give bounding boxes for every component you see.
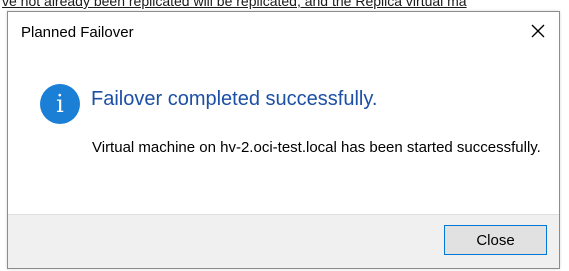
planned-failover-dialog: Planned Failover i Failover completed su… <box>7 11 560 269</box>
dialog-titlebar: Planned Failover <box>8 12 559 54</box>
dialog-message: Virtual machine on hv-2.oci-test.local h… <box>92 139 541 156</box>
close-button[interactable]: Close <box>444 225 547 255</box>
close-icon[interactable] <box>521 16 555 46</box>
main-instruction: Failover completed successfully. <box>91 88 378 110</box>
dialog-title: Planned Failover <box>21 24 134 41</box>
info-icon: i <box>40 84 80 124</box>
background-text: ve not already been replicated will be r… <box>2 0 467 9</box>
close-icon-glyph <box>531 24 545 38</box>
dialog-content: i Failover completed successfully. Virtu… <box>8 70 559 216</box>
info-icon-glyph: i <box>56 90 64 118</box>
dialog-footer: Close <box>8 214 559 268</box>
